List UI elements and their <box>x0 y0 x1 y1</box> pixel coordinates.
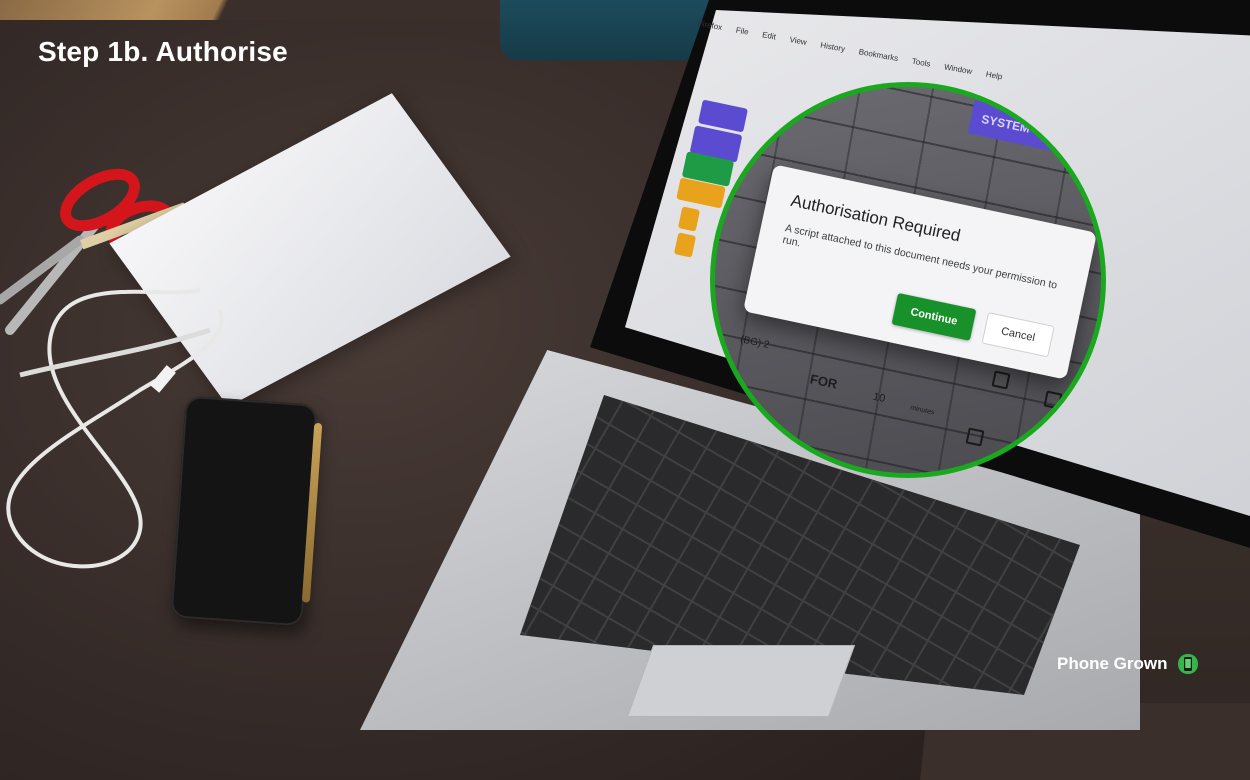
green-phone-logo-icon <box>1177 654 1198 674</box>
menu-item[interactable]: Window <box>943 62 973 76</box>
checkbox[interactable] <box>991 370 1011 390</box>
cell-ten: 10 <box>871 390 887 406</box>
menu-item[interactable]: History <box>820 40 846 53</box>
menu-item[interactable]: View <box>789 35 808 47</box>
menu-item[interactable]: Bookmarks <box>858 47 899 63</box>
smartphone <box>170 395 323 627</box>
brand-footer: Phone Grown <box>1057 652 1200 676</box>
cancel-button[interactable]: Cancel <box>981 311 1055 358</box>
menu-item[interactable]: Help <box>985 69 1003 81</box>
checkbox[interactable] <box>965 427 985 447</box>
zoom-highlight-circle: SYSTEM STATUS (BG) 2 FOR 10 minutes Auth… <box>710 82 1106 478</box>
continue-button[interactable]: Continue <box>891 292 977 341</box>
menu-item[interactable]: File <box>735 25 749 36</box>
menu-item[interactable]: Tools <box>911 56 931 68</box>
trackpad <box>626 645 856 717</box>
checkbox[interactable] <box>1043 390 1063 410</box>
menu-item[interactable]: Firefox <box>697 18 723 31</box>
slide-title: Step 1b. Authorise <box>38 36 288 67</box>
brand-name: Phone Grown <box>1057 654 1168 673</box>
teal-bag <box>500 0 710 60</box>
menu-item[interactable]: Edit <box>762 30 777 41</box>
dialog-actions: Continue Cancel <box>891 292 1055 358</box>
